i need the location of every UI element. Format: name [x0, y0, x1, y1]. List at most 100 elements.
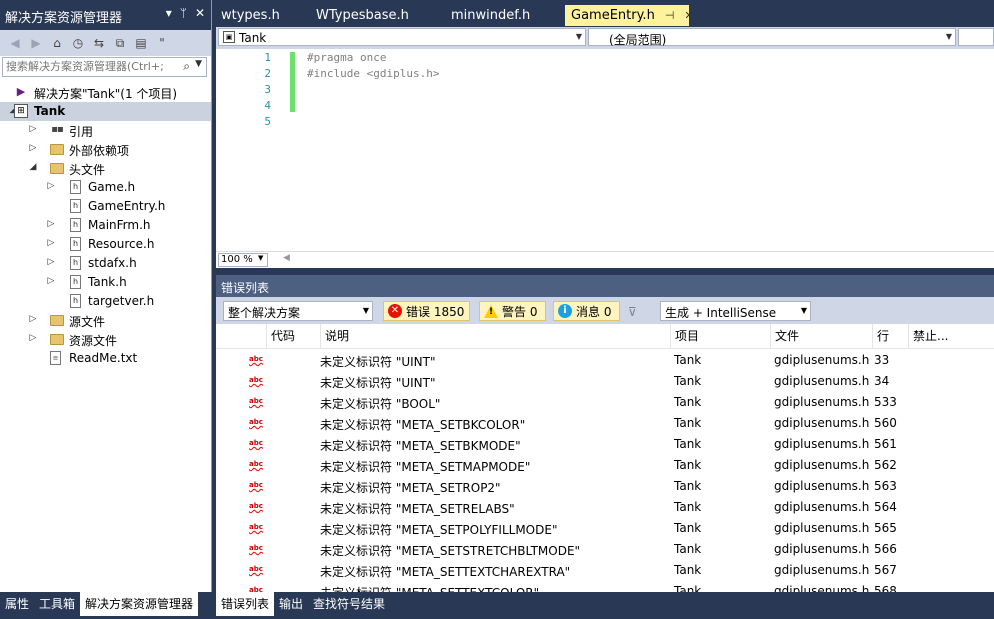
- header-description[interactable]: 说明: [320, 324, 670, 348]
- collapsed-arrow-icon[interactable]: ▷: [28, 333, 38, 343]
- collapsed-arrow-icon[interactable]: ▷: [46, 276, 56, 286]
- collapsed-arrow-icon[interactable]: ▷: [28, 143, 38, 153]
- code-line[interactable]: #pragma once: [307, 51, 386, 64]
- search-icon[interactable]: ⌕: [183, 59, 190, 74]
- header-project[interactable]: 项目: [670, 324, 770, 348]
- error-file: gdiplusenums.h: [774, 353, 870, 367]
- more-icon[interactable]: ": [153, 34, 171, 52]
- tree-item[interactable]: ◢ ⊞ Tank: [0, 102, 211, 121]
- error-row[interactable]: abc 未定义标识符 "META_SETTEXTCHAREXTRA" Tank gdi…: [216, 560, 994, 581]
- tree-item[interactable]: ▶ 解决方案"Tank"(1 个项目): [0, 83, 211, 102]
- member-combo[interactable]: (全局范围) ▼: [588, 28, 956, 47]
- error-file: gdiplusenums.h: [774, 395, 870, 409]
- error-row[interactable]: abc 未定义标识符 "META_SETBKCOLOR" Tank gdiplusen…: [216, 413, 994, 434]
- tree-item[interactable]: ▷ h stdafx.h: [0, 254, 211, 273]
- error-list-titlebar[interactable]: 错误列表: [216, 275, 994, 297]
- collapsed-arrow-icon[interactable]: ▷: [46, 181, 56, 191]
- build-filter-combo[interactable]: 生成 + IntelliSense ▼: [660, 301, 811, 321]
- expanded-arrow-icon[interactable]: ◢: [28, 162, 38, 172]
- back-icon[interactable]: ◀: [6, 34, 24, 52]
- document-tab[interactable]: wtypes.h: [215, 5, 310, 26]
- filter-icon[interactable]: ⊽: [628, 305, 637, 319]
- change-tracking-bar: [290, 52, 295, 112]
- tree-item[interactable]: ▷ 资源文件: [0, 330, 211, 349]
- collapsed-arrow-icon[interactable]: ▷: [28, 314, 38, 324]
- line-number: 3: [264, 83, 271, 96]
- properties-icon[interactable]: ▤: [132, 34, 150, 52]
- collapsed-arrow-icon[interactable]: ▷: [46, 238, 56, 248]
- solution-explorer-titlebar[interactable]: 解决方案资源管理器 ▾ ᛘ ✕: [0, 0, 211, 30]
- history-icon[interactable]: ◷: [69, 34, 87, 52]
- error-project: Tank: [674, 584, 702, 592]
- code-line[interactable]: #include <gdiplus.h>: [307, 67, 439, 80]
- scope-filter-combo[interactable]: 整个解决方案 ▼: [223, 301, 373, 321]
- collapsed-arrow-icon[interactable]: ▷: [28, 124, 38, 134]
- bottom-tab[interactable]: 查找符号结果: [308, 592, 390, 616]
- tree-item[interactable]: ◢ 头文件: [0, 159, 211, 178]
- scope-combo[interactable]: ▣ Tank ▼: [218, 28, 586, 46]
- tree-item[interactable]: ▷ h Game.h: [0, 178, 211, 197]
- left-tab[interactable]: 工具箱: [34, 592, 80, 616]
- document-tab[interactable]: minwindef.h: [445, 5, 565, 26]
- error-row[interactable]: abc 未定义标识符 "META_SETBKMODE" Tank gdiplusenu…: [216, 434, 994, 455]
- collapsed-arrow-icon[interactable]: ▷: [46, 257, 56, 267]
- dropdown-icon[interactable]: ▾: [166, 6, 172, 20]
- extra-combo[interactable]: [958, 28, 994, 46]
- header-code[interactable]: 代码: [266, 324, 320, 348]
- tree-item[interactable]: h targetver.h: [0, 292, 211, 311]
- search-dropdown-icon[interactable]: ▼: [195, 59, 202, 69]
- left-tab[interactable]: 解决方案资源管理器: [80, 592, 199, 616]
- solution-search-input[interactable]: [6, 60, 178, 73]
- warnings-toggle-button[interactable]: ! 警告 0: [479, 301, 546, 321]
- project-icon: ▣: [223, 31, 235, 43]
- tree-item[interactable]: ▷ 源文件: [0, 311, 211, 330]
- scroll-left-icon[interactable]: ◀: [283, 253, 290, 263]
- header-suppress[interactable]: 禁止...: [908, 324, 958, 348]
- error-project: Tank: [674, 374, 702, 388]
- document-tab[interactable]: WTypesbase.h: [310, 5, 445, 26]
- bottom-tab[interactable]: 输出: [274, 592, 308, 616]
- document-tab[interactable]: GameEntry.h ⊣ ✕: [565, 5, 694, 26]
- tree-item[interactable]: ▷ h Resource.h: [0, 235, 211, 254]
- error-row[interactable]: abc 未定义标识符 "META_SETPOLYFILLMODE" Tank gdip…: [216, 518, 994, 539]
- chevron-down-icon[interactable]: ▼: [258, 254, 263, 262]
- error-row[interactable]: abc 未定义标识符 "META_SETMAPMODE" Tank gdiplusen…: [216, 455, 994, 476]
- errors-count-label: 错误 1850: [406, 304, 465, 319]
- tree-item[interactable]: ▷ 外部依赖项: [0, 140, 211, 159]
- error-row[interactable]: abc 未定义标识符 "META_SETSTRETCHBLTMODE" Tank gd…: [216, 539, 994, 560]
- collapsed-arrow-icon[interactable]: ▷: [46, 219, 56, 229]
- home-icon[interactable]: ⌂: [48, 34, 66, 52]
- error-project: Tank: [674, 458, 702, 472]
- header-file[interactable]: 文件: [770, 324, 872, 348]
- forward-icon[interactable]: ▶: [27, 34, 45, 52]
- collapse-icon[interactable]: ⧉: [111, 34, 129, 52]
- error-row[interactable]: abc 未定义标识符 "META_SETROP2" Tank gdiplusenums…: [216, 476, 994, 497]
- header-line[interactable]: 行: [872, 324, 908, 348]
- error-row[interactable]: abc 未定义标识符 "META_SETRELABS" Tank gdiplusenu…: [216, 497, 994, 518]
- tree-item[interactable]: h GameEntry.h: [0, 197, 211, 216]
- error-row[interactable]: abc 未定义标识符 "UINT" Tank gdiplusenums.h 34: [216, 371, 994, 392]
- close-icon[interactable]: ✕: [195, 6, 205, 20]
- pin-icon[interactable]: ⊣: [665, 5, 675, 26]
- error-row[interactable]: abc 未定义标识符 "UINT" Tank gdiplusenums.h 33: [216, 350, 994, 371]
- error-line: 563: [874, 479, 897, 493]
- tree-item[interactable]: ▷ ▪▪ 引用: [0, 121, 211, 140]
- error-row[interactable]: abc未定义标识符 "META_SETTEXTCOLOR"Tankgdiplus…: [216, 581, 994, 592]
- document-tabs: wtypes.h WTypesbase.h minwindef.h GameEntry…: [215, 5, 694, 27]
- errors-toggle-button[interactable]: ✕ 错误 1850: [383, 301, 470, 321]
- tree-item[interactable]: ▷ h Tank.h: [0, 273, 211, 292]
- tree-item[interactable]: ▷ h MainFrm.h: [0, 216, 211, 235]
- pin-icon[interactable]: ᛘ: [180, 6, 187, 20]
- tree-item-label: Resource.h: [88, 237, 155, 251]
- solution-search-box[interactable]: ⌕ ▼: [2, 57, 207, 77]
- close-icon[interactable]: ✕: [684, 5, 693, 26]
- error-row[interactable]: abc 未定义标识符 "BOOL" Tank gdiplusenums.h 533: [216, 392, 994, 413]
- sync-icon[interactable]: ⇆: [90, 34, 108, 52]
- intellisense-error-icon: abc: [249, 376, 263, 384]
- tree-item[interactable]: ≡ ReadMe.txt: [0, 349, 211, 368]
- code-editor[interactable]: 1 2 3 4 5 #pragma once #include <gdiplus.h>: [216, 49, 994, 251]
- bottom-tab[interactable]: 错误列表: [216, 592, 275, 616]
- left-tab[interactable]: 属性: [0, 592, 34, 616]
- solution-icon: ▶: [16, 85, 26, 98]
- messages-toggle-button[interactable]: i 消息 0: [553, 301, 620, 321]
